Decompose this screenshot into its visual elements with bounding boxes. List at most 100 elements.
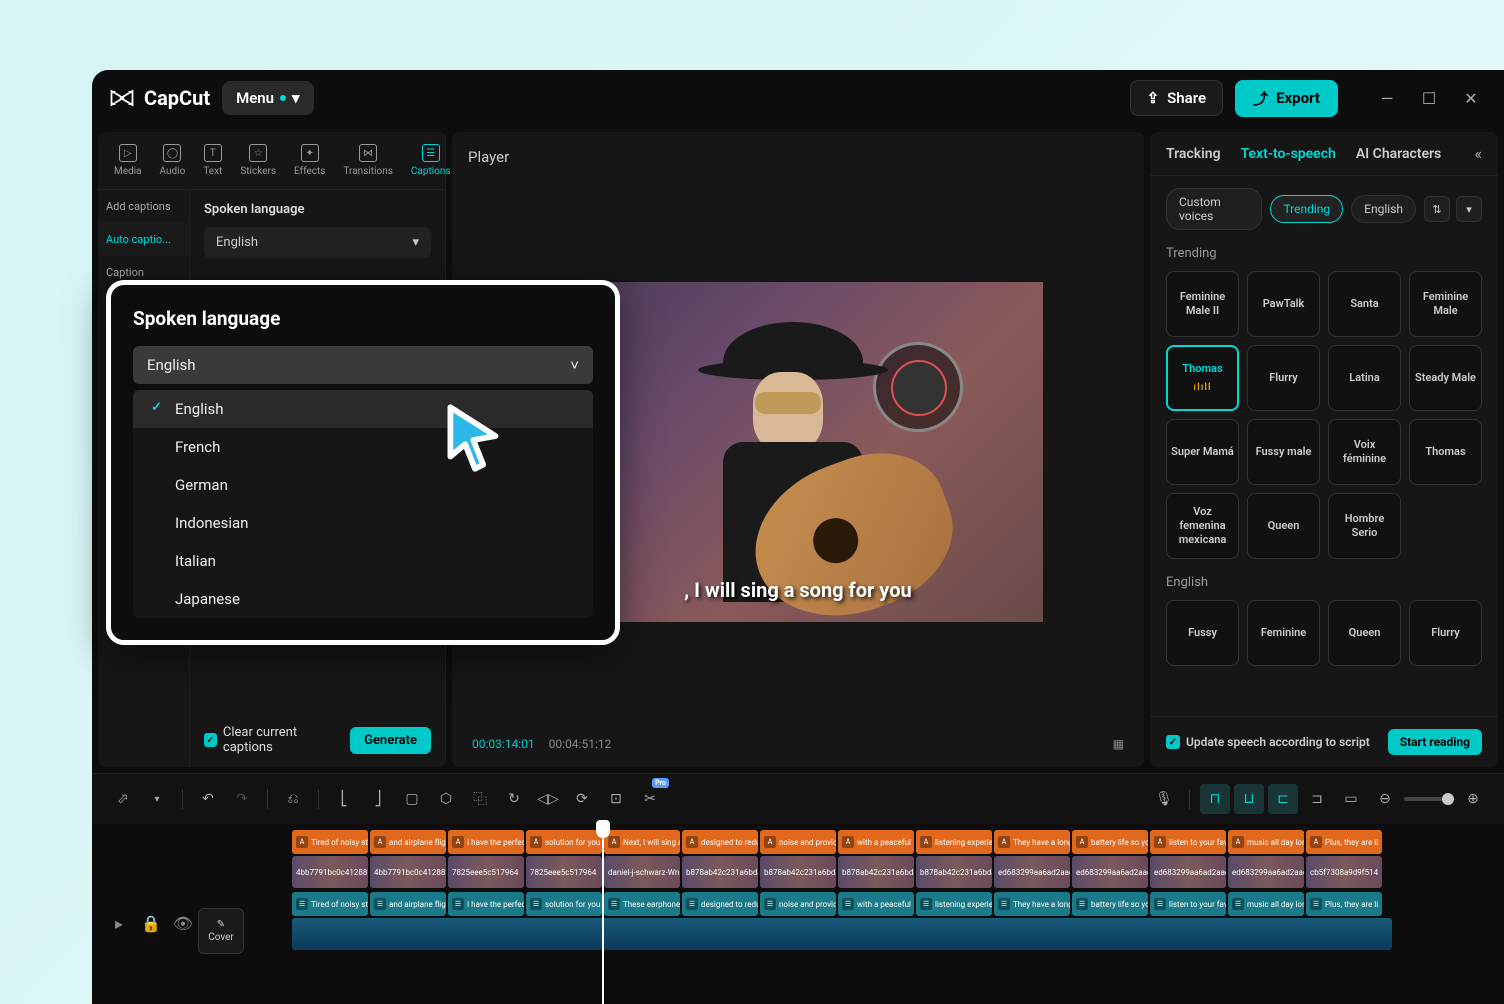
cover-button[interactable]: ✎ Cover: [198, 908, 244, 954]
timeline-clip[interactable]: ☰noise and provide: [760, 892, 836, 916]
update-speech-checkbox[interactable]: ✓ Update speech according to script: [1166, 735, 1370, 749]
timeline-clip[interactable]: AI have the perfec: [448, 830, 524, 854]
start-reading-button[interactable]: Start reading: [1388, 729, 1482, 755]
voice-card[interactable]: PawTalk: [1247, 271, 1320, 337]
voice-card[interactable]: Queen: [1247, 493, 1320, 559]
language-option[interactable]: German: [133, 466, 593, 504]
language-option[interactable]: Indonesian: [133, 504, 593, 542]
maximize-icon[interactable]: ☐: [1420, 89, 1438, 107]
audio-clip[interactable]: [292, 918, 1392, 950]
timeline-clip[interactable]: b878ab42c231a6bd4: [838, 856, 914, 888]
timeline-clip[interactable]: ☰music all day long: [1228, 892, 1304, 916]
voice-card[interactable]: Voz femenina mexicana: [1166, 493, 1239, 559]
timeline-clip[interactable]: ☰Tired of noisy streets: [292, 892, 368, 916]
timeline-clip[interactable]: ANext, I will sing a so: [604, 830, 680, 854]
zoom-in-icon[interactable]: ⊕: [1458, 784, 1488, 814]
eye-icon[interactable]: 👁: [172, 912, 194, 934]
voice-card[interactable]: Santa: [1328, 271, 1401, 337]
voice-filter-trending[interactable]: Trending: [1270, 195, 1343, 223]
timeline-clip[interactable]: Anoise and provide: [760, 830, 836, 854]
timeline-clip[interactable]: b878ab42c231a6bd4: [760, 856, 836, 888]
snap-icon[interactable]: ⊏: [1268, 784, 1298, 814]
tool-tab-transitions[interactable]: ⋈Transitions: [337, 140, 398, 181]
voice-filter-custom[interactable]: Custom voices: [1166, 188, 1262, 230]
timeline-clip[interactable]: Adesigned to reduc: [682, 830, 758, 854]
timeline-clip[interactable]: Amusic all day long: [1228, 830, 1304, 854]
crop-icon[interactable]: ▢: [397, 784, 427, 814]
timeline-clip[interactable]: ed683299aa6ad2aad8b3: [1228, 856, 1304, 888]
timeline-clip[interactable]: Aand airplane flights?: [370, 830, 446, 854]
right-tab-tts[interactable]: Text-to-speech: [1241, 146, 1336, 162]
expand-icon[interactable]: ▸: [108, 912, 130, 934]
reverse-icon[interactable]: ↻: [499, 784, 529, 814]
voice-card[interactable]: Feminine Male II: [1166, 271, 1239, 337]
timeline-clip[interactable]: ed683299aa6ad2aad8b3: [994, 856, 1070, 888]
voice-card[interactable]: Steady Male: [1409, 345, 1482, 411]
dropdown-icon[interactable]: ▾: [1456, 196, 1482, 222]
timeline-clip[interactable]: ☰with a peaceful: [838, 892, 914, 916]
voice-card[interactable]: Thomas: [1409, 419, 1482, 485]
voice-card[interactable]: Flurry: [1409, 600, 1482, 666]
language-option[interactable]: Japanese: [133, 580, 593, 618]
mask-icon[interactable]: ⬡: [431, 784, 461, 814]
voice-card[interactable]: Queen: [1328, 600, 1401, 666]
timeline-clip[interactable]: ☰battery life so you ca: [1072, 892, 1148, 916]
tool-tab-text[interactable]: TText: [197, 140, 228, 181]
split-icon[interactable]: ⎌: [278, 784, 308, 814]
voice-card[interactable]: Super Mamá: [1166, 419, 1239, 485]
caption-tab-auto[interactable]: Auto captio...: [98, 223, 189, 256]
timeline-clip[interactable]: b878ab42c231a6bd4: [916, 856, 992, 888]
timeline-clip[interactable]: 7825eee5c517964: [448, 856, 524, 888]
export-button[interactable]: ⤴ Export: [1235, 80, 1338, 117]
timeline-clip[interactable]: AThey have a long: [994, 830, 1070, 854]
right-tab-tracking[interactable]: Tracking: [1166, 146, 1221, 162]
timeline-clip[interactable]: daniel-j-schwarz-Wn: [604, 856, 680, 888]
zoom-slider[interactable]: [1404, 797, 1454, 801]
timeline-clip[interactable]: 4bb7791bc0c4128811f4e: [292, 856, 368, 888]
timeline-clip[interactable]: b878ab42c231a6bd4: [682, 856, 758, 888]
redo-icon[interactable]: ↷: [227, 784, 257, 814]
timeline-clip[interactable]: ed683299aa6ad2aad8b3: [1150, 856, 1226, 888]
timeline-clip[interactable]: Abattery life so you ca: [1072, 830, 1148, 854]
minimize-icon[interactable]: —: [1378, 89, 1396, 107]
timeline-clip[interactable]: ☰designed to reduc: [682, 892, 758, 916]
language-option[interactable]: French: [133, 428, 593, 466]
zoom-out-icon[interactable]: ⊖: [1370, 784, 1400, 814]
timeline-clip[interactable]: ☰I have the perfec: [448, 892, 524, 916]
tool-tab-captions[interactable]: ☰Captions: [405, 140, 457, 181]
preview-icon[interactable]: ▭: [1336, 784, 1366, 814]
grid-icon[interactable]: ▦: [1113, 737, 1124, 751]
tool-tab-audio[interactable]: ◯Audio: [154, 140, 192, 181]
timeline-clip[interactable]: ☰These earphones a: [604, 892, 680, 916]
timeline-clip[interactable]: ☰and airplane flights?: [370, 892, 446, 916]
timeline-tracks[interactable]: ▸ 🔒 👁 🔊 ✎ Cover ATired of noisy streetsA…: [92, 824, 1504, 1004]
trim-right-icon[interactable]: ⎦: [363, 784, 393, 814]
timeline-clip[interactable]: 4bb7791bc0c4128811f4e: [370, 856, 446, 888]
playhead-handle-icon[interactable]: [596, 820, 610, 838]
timeline-clip[interactable]: ☰listening experienc: [916, 892, 992, 916]
collapse-icon[interactable]: «: [1474, 144, 1482, 163]
menu-button[interactable]: Menu ▾: [222, 81, 313, 115]
caption-tab-add[interactable]: Add captions: [98, 190, 189, 223]
generate-button[interactable]: Generate: [350, 727, 431, 754]
share-button[interactable]: ⇪ Share: [1130, 80, 1224, 116]
magnet-icon[interactable]: ⊓: [1200, 784, 1230, 814]
language-option[interactable]: Italian: [133, 542, 593, 580]
language-option[interactable]: English: [133, 390, 593, 428]
voice-card[interactable]: Fussy male: [1247, 419, 1320, 485]
timeline-clip[interactable]: ☰listen to your favori: [1150, 892, 1226, 916]
tool-tab-effects[interactable]: ✦Effects: [288, 140, 331, 181]
align-icon[interactable]: ⊐: [1302, 784, 1332, 814]
timeline-clip[interactable]: APlus, they are li: [1306, 830, 1382, 854]
voice-card[interactable]: Latina: [1328, 345, 1401, 411]
voice-card[interactable]: Hombre Serio: [1328, 493, 1401, 559]
timeline-clip[interactable]: cb5f7308a9d9f514: [1306, 856, 1382, 888]
timeline-clip[interactable]: ☰They have a long: [994, 892, 1070, 916]
right-tab-ai[interactable]: AI Characters: [1356, 146, 1441, 162]
rotate-icon[interactable]: ⟳: [567, 784, 597, 814]
mic-icon[interactable]: 🎙: [1149, 784, 1179, 814]
copy-icon[interactable]: ⿻: [465, 784, 495, 814]
undo-icon[interactable]: ↶: [193, 784, 223, 814]
voice-card[interactable]: Flurry: [1247, 345, 1320, 411]
tool-tab-stickers[interactable]: ☆Stickers: [234, 140, 282, 181]
